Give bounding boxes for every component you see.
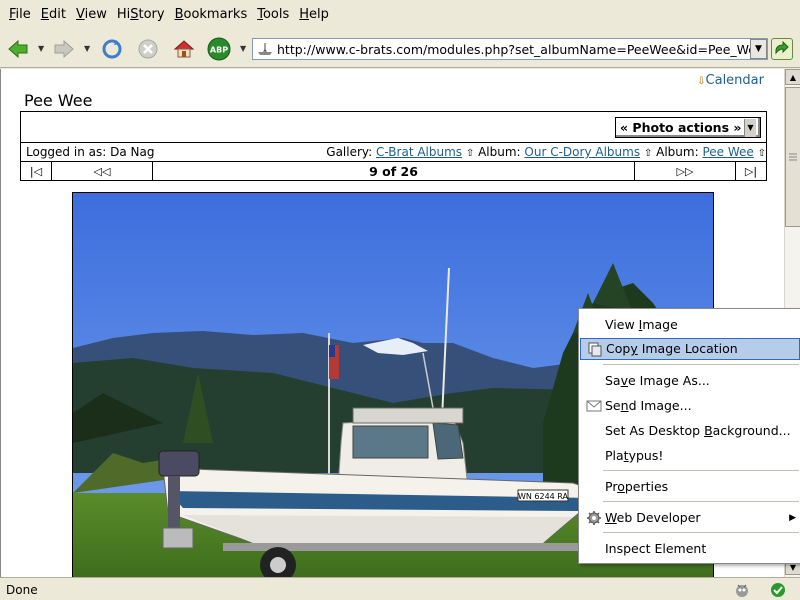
forward-history-dropdown[interactable]: ▼: [84, 44, 92, 54]
ctx-separator: [603, 532, 799, 533]
ctx-inspect-element[interactable]: Inspect Element: [580, 538, 800, 560]
calendar-link[interactable]: ⇩Calendar: [697, 73, 764, 88]
ctx-separator: [603, 470, 799, 471]
copy-icon: [588, 342, 602, 357]
ctx-save-image-as[interactable]: Save Image As...: [580, 370, 800, 392]
forward-button[interactable]: [52, 37, 76, 61]
menu-bookmarks[interactable]: Bookmarks: [170, 0, 253, 30]
reload-button[interactable]: [100, 37, 124, 61]
ctx-send-image[interactable]: Send Image...: [580, 395, 800, 417]
menu-view[interactable]: View: [71, 0, 112, 30]
grip-icon: [789, 153, 797, 161]
bug-icon: [736, 584, 748, 597]
stop-button[interactable]: [136, 37, 160, 61]
status-bar: Done: [0, 577, 800, 600]
boat-registration-text: WN 6244 RA: [518, 492, 569, 501]
actions-row: « Photo actions » ▼: [21, 112, 766, 143]
up-arrow-icon: ⇧: [643, 148, 653, 159]
ctx-separator: [603, 501, 799, 502]
logged-in-text: Logged in as: Da Nag: [26, 145, 155, 159]
status-text: Done: [6, 583, 38, 597]
back-history-dropdown[interactable]: ▼: [38, 44, 46, 54]
scrollbar-thumb[interactable]: [785, 87, 800, 227]
breadcrumb: Gallery: C-Brat Albums ⇧ Album: Our C-Do…: [326, 145, 766, 159]
home-button[interactable]: [172, 37, 196, 61]
gear-icon: [587, 511, 601, 525]
firebug-status-icon[interactable]: [734, 582, 750, 598]
menu-file[interactable]: File: [4, 0, 36, 30]
envelope-icon: [586, 400, 602, 412]
breadcrumb-gallery-link[interactable]: C-Brat Albums: [376, 145, 462, 159]
first-photo-button[interactable]: |◁: [21, 162, 52, 180]
adblock-label: ABP: [210, 46, 228, 55]
info-row: Logged in as: Da Nag Gallery: C-Brat Alb…: [21, 143, 766, 162]
photo-navigation: |◁ ◁◁ 9 of 26 ▷▷ ▷|: [21, 162, 766, 180]
ctx-separator: [603, 364, 799, 365]
last-icon: ▷|: [744, 164, 758, 178]
adblock-icon: ABP: [207, 37, 231, 61]
menu-bar: File Edit View HiStory Bookmarks Tools H…: [0, 0, 800, 30]
home-icon: [173, 40, 195, 58]
site-favicon-icon: [258, 43, 272, 55]
up-arrow-icon: ⇧: [757, 148, 766, 159]
back-button[interactable]: [6, 37, 30, 61]
chevron-down-icon: ▼: [744, 118, 756, 137]
photo-actions-label: « Photo actions »: [620, 120, 742, 135]
gallery-label: Gallery:: [326, 145, 373, 159]
chevron-right-icon: ▶: [789, 513, 796, 523]
adblock-dropdown[interactable]: ▼: [240, 44, 248, 54]
address-bar[interactable]: [252, 38, 768, 60]
security-status-icon[interactable]: [770, 582, 786, 598]
go-arrow-icon: [775, 41, 789, 55]
photo-counter: 9 of 26: [369, 163, 418, 179]
checkmark-icon: [771, 583, 785, 597]
context-menu: View Image Copy Image Location Save Imag…: [578, 308, 800, 564]
menu-edit[interactable]: Edit: [36, 0, 71, 30]
menu-help[interactable]: Help: [294, 0, 334, 30]
arrow-down-icon: ⇩: [697, 76, 706, 87]
ctx-copy-image-location[interactable]: Copy Image Location: [580, 338, 800, 360]
menu-history[interactable]: HiStory: [112, 0, 170, 30]
up-arrow-icon: ⇧: [465, 148, 475, 159]
photo-counter-cell: 9 of 26: [153, 162, 635, 180]
gallery-table: « Photo actions » ▼ Logged in as: Da Nag…: [20, 111, 767, 181]
forward-arrow-icon: [54, 39, 74, 59]
previous-icon: ◁◁: [93, 164, 111, 178]
next-icon: ▷▷: [676, 164, 694, 178]
next-photo-button[interactable]: ▷▷: [635, 162, 736, 180]
go-button[interactable]: [771, 38, 793, 60]
album-label: Album:: [478, 145, 521, 159]
back-arrow-icon: [8, 39, 28, 59]
page-title: Pee Wee: [24, 91, 93, 110]
last-photo-button[interactable]: ▷|: [736, 162, 766, 180]
previous-photo-button[interactable]: ◁◁: [52, 162, 153, 180]
url-input[interactable]: [277, 41, 755, 57]
ctx-set-desktop-background[interactable]: Set As Desktop Background...: [580, 420, 800, 442]
scroll-up-button[interactable]: ▲: [785, 69, 800, 85]
menu-tools[interactable]: Tools: [252, 0, 294, 30]
reload-icon: [102, 39, 122, 59]
ctx-properties[interactable]: Properties: [580, 476, 800, 498]
url-history-dropdown[interactable]: ▼: [750, 39, 767, 59]
adblock-plus-button[interactable]: ABP: [207, 37, 231, 61]
triangle-up-icon: ▲: [789, 72, 797, 82]
first-icon: |◁: [29, 164, 43, 178]
album-label: Album:: [656, 145, 699, 159]
photo-actions-select[interactable]: « Photo actions » ▼: [615, 117, 761, 138]
breadcrumb-album-link[interactable]: Our C-Dory Albums: [524, 145, 640, 159]
ctx-view-image[interactable]: View Image: [580, 314, 800, 336]
breadcrumb-peewee-link[interactable]: Pee Wee: [702, 145, 753, 159]
ctx-platypus[interactable]: Platypus!: [580, 445, 800, 467]
stop-icon: [138, 39, 158, 59]
ctx-web-developer[interactable]: Web Developer ▶: [580, 507, 800, 529]
